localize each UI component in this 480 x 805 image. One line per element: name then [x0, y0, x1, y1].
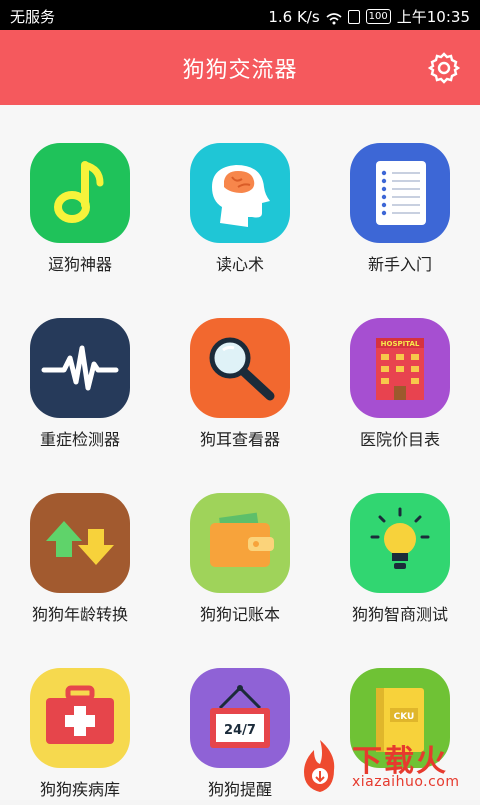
magnifier-icon	[190, 318, 290, 418]
wifi-icon	[326, 11, 342, 24]
heartbeat-icon	[30, 318, 130, 418]
tile-label: 狗耳查看器	[199, 430, 280, 449]
hospital-icon: HOSPITAL	[350, 318, 450, 418]
tile-dog-teaser[interactable]: 逗狗神器	[0, 105, 160, 280]
first-aid-kit-icon	[30, 668, 130, 768]
lightbulb-icon	[350, 493, 450, 593]
tile-label: 狗狗记账本	[199, 605, 280, 624]
tile-age-converter[interactable]: 狗狗年龄转换	[0, 455, 160, 630]
tile-ear-viewer[interactable]: 狗耳查看器	[160, 280, 320, 455]
tile-beginner-guide[interactable]: 新手入门	[320, 105, 480, 280]
tile-label: 狗狗疾病库	[39, 780, 120, 799]
tile-iq-test[interactable]: 狗狗智商测试	[320, 455, 480, 630]
tile-account-book[interactable]: 狗狗记账本	[160, 455, 320, 630]
tile-hospital-prices[interactable]: HOSPITAL 医院价目表	[320, 280, 480, 455]
carrier-text: 无服务	[10, 8, 56, 26]
wallet-icon	[190, 493, 290, 593]
tile-label: 逗狗神器	[47, 255, 112, 274]
tile-disease-library[interactable]: 狗狗疾病库	[0, 630, 160, 805]
status-bar: 无服务 1.6 K/s 100 上午10:35	[0, 0, 480, 30]
tile-label: 狗狗智商测试	[351, 605, 448, 624]
hospital-sign-text: HOSPITAL	[381, 340, 420, 348]
sim-icon	[347, 9, 360, 24]
clock: 上午10:35	[396, 8, 470, 26]
tile-label: 重症检测器	[39, 430, 120, 449]
tile-illness-detector[interactable]: 重症检测器	[0, 280, 160, 455]
swap-arrows-icon	[30, 493, 130, 593]
book-cover-text: CKU	[394, 712, 415, 722]
watermark: 下载火 xiazaihuo.com	[280, 730, 480, 800]
tile-label: 读心术	[215, 255, 264, 274]
app-header: 狗狗交流器	[0, 30, 480, 105]
tile-label: 新手入门	[367, 255, 432, 274]
flame-logo-icon	[304, 740, 335, 792]
feature-grid: 逗狗神器 读心术 新手入门 重症检测器 狗耳查看器 HOSPITAL 医院价目表	[0, 105, 480, 800]
notebook-icon	[350, 143, 450, 243]
tile-label: 狗狗年龄转换	[31, 605, 128, 624]
24-7-sign-icon: 24/7	[190, 668, 290, 768]
watermark-url: xiazaihuo.com	[352, 774, 460, 790]
sign-text: 24/7	[224, 723, 256, 738]
gear-icon[interactable]	[426, 50, 462, 86]
tile-mind-reading[interactable]: 读心术	[160, 105, 320, 280]
tile-label: 医院价目表	[359, 430, 440, 449]
music-note-icon	[30, 143, 130, 243]
network-speed: 1.6 K/s	[268, 7, 320, 26]
brain-head-icon	[190, 143, 290, 243]
status-right: 1.6 K/s 100 上午10:35	[268, 6, 470, 27]
battery-icon: 100	[365, 9, 391, 24]
page-title: 狗狗交流器	[182, 58, 298, 83]
